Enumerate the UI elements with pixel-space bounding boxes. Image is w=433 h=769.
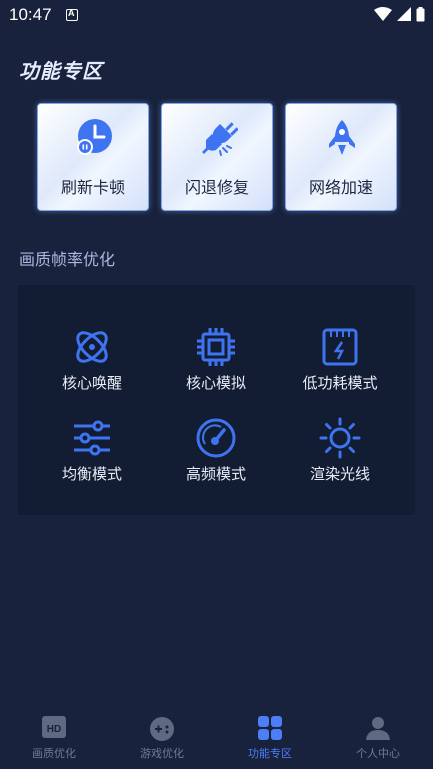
feature-label: 高频模式: [185, 465, 246, 483]
cpu-chip-icon: [197, 328, 235, 366]
atom-icon: [76, 331, 108, 363]
balanced-mode-button[interactable]: 均衡模式: [42, 417, 142, 484]
low-power-button[interactable]: 低功耗模式: [290, 326, 390, 393]
sun-icon: [319, 417, 361, 459]
tab-feature-zone[interactable]: 功能专区: [216, 705, 324, 769]
section-title: 画质帧率优化: [19, 250, 116, 269]
render-light-button[interactable]: 渲染光线: [290, 417, 390, 484]
status-bar: 10:47 A: [0, 0, 433, 30]
refresh-lag-card[interactable]: 刷新卡顿: [37, 103, 149, 211]
bottom-tab-bar: HD 画质优化 游戏优化 功能专区 个人中心: [0, 705, 433, 769]
card-label: 刷新卡顿: [60, 178, 125, 197]
tab-image-quality[interactable]: HD 画质优化: [0, 705, 108, 769]
gamepad-icon: [150, 717, 174, 741]
tab-game-optimize[interactable]: 游戏优化: [108, 705, 216, 769]
sliders-icon: [74, 420, 110, 456]
tab-label: 功能专区: [248, 747, 292, 760]
feature-label: 核心唤醒: [61, 374, 122, 392]
tab-label: 个人中心: [356, 747, 400, 760]
battery-icon: [416, 6, 425, 21]
core-simulate-button[interactable]: 核心模拟: [166, 326, 266, 393]
status-icons: [374, 6, 425, 22]
speedometer-icon: [196, 418, 236, 458]
crash-fix-card[interactable]: 闪退修复: [161, 103, 273, 211]
feature-label: 均衡模式: [61, 465, 122, 483]
grid-icon: [258, 716, 282, 740]
tab-personal-center[interactable]: 个人中心: [324, 705, 432, 769]
network-boost-card[interactable]: 网络加速: [285, 103, 397, 211]
card-label: 闪退修复: [184, 178, 249, 197]
core-wake-button[interactable]: 核心唤醒: [42, 326, 142, 393]
hd-icon: HD: [42, 716, 66, 738]
high-frequency-button[interactable]: 高频模式: [166, 417, 266, 484]
status-time: 10:47: [9, 5, 52, 24]
feature-panel: 核心唤醒 核心模拟 低功耗模式 均衡模式 高频模式 渲染光线: [18, 285, 415, 515]
signal-icon: [397, 7, 411, 21]
feature-label: 核心模拟: [185, 374, 246, 392]
feature-label: 渲染光线: [309, 465, 370, 483]
feature-label: 低功耗模式: [302, 374, 378, 392]
svg-text:HD: HD: [47, 724, 61, 735]
card-label: 网络加速: [308, 178, 373, 197]
plug-disconnect-icon: [202, 122, 238, 156]
tab-label: 游戏优化: [140, 747, 184, 760]
clock-refresh-icon: [77, 119, 112, 155]
power-save-icon: [322, 328, 358, 366]
wifi-icon: [374, 7, 392, 21]
page-title: 功能专区: [19, 59, 103, 83]
person-icon: [366, 717, 390, 740]
rocket-icon: [329, 120, 355, 155]
tab-label: 画质优化: [32, 747, 76, 760]
notification-icon: A: [66, 8, 78, 21]
